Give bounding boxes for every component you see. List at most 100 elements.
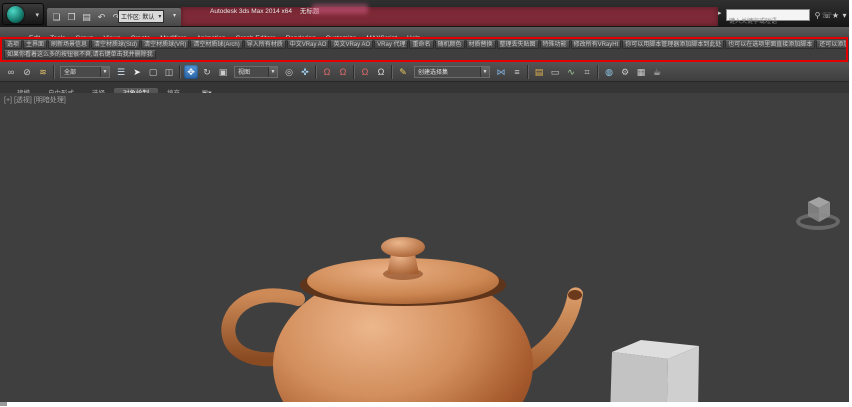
script-button[interactable]: 材质替换 [466, 40, 496, 49]
toolbar-separator [315, 65, 317, 79]
toolbar-separator [597, 65, 599, 79]
script-note-button[interactable]: 如果你看着这么多的按钮很不爽,请右键单击我并删除我 [4, 50, 156, 59]
coord-system-value: 视图 [238, 67, 265, 76]
script-button[interactable]: 随机颜色 [435, 40, 465, 49]
script-button[interactable]: 中文VRay AO [287, 40, 330, 49]
chevron-down-icon: ▼ [268, 67, 277, 77]
script-button[interactable]: 主界面 [23, 40, 47, 49]
toolbar-separator [391, 65, 393, 79]
chevron-down-icon: ▾ [158, 13, 161, 20]
communication-center-icon[interactable]: ☏ [822, 11, 831, 20]
viewport-label-segment[interactable]: [明暗处理] [34, 97, 66, 104]
script-button[interactable]: 修改所有VRayHt [571, 40, 622, 49]
title-bar: ▾ ❏❒▤↶↷▦ 工作区: 默认 ▾ ▾ Autodesk 3ds Max 20… [0, 0, 849, 27]
selection-filter-value: 全部 [64, 67, 97, 76]
named-selection-sets-dropdown[interactable]: 创建选择集 ▼ [414, 66, 490, 78]
application-menu-button[interactable]: ▾ [2, 3, 44, 25]
script-button[interactable]: 刷新场景信息 [48, 40, 90, 49]
box-front-face [608, 352, 668, 402]
toolbar-separator [527, 65, 529, 79]
script-button[interactable]: 整理丢失贴图 [497, 40, 539, 49]
script-toolbar-row2: 如果你看着这么多的按钮很不爽,请右键单击我并删除我 [4, 50, 157, 60]
layer-manager-icon[interactable]: ▤ [532, 65, 546, 79]
percent-snap-icon[interactable]: Ω [358, 65, 372, 79]
use-center-icon[interactable]: ◎ [282, 65, 296, 79]
align-icon[interactable]: ≡ [510, 65, 524, 79]
script-button[interactable]: 选项 [4, 40, 22, 49]
infocenter-menu-arrow-icon[interactable]: ▾ [840, 11, 849, 20]
rectangular-selection-region-icon[interactable]: ▢ [146, 65, 160, 79]
toolbar-separator [53, 65, 55, 79]
open-file-icon[interactable]: ❒ [65, 11, 78, 24]
script-button[interactable]: 重命名 [409, 40, 433, 49]
script-button[interactable]: VRay 代理 [374, 40, 408, 49]
blurred-region [312, 4, 368, 14]
chevron-down-icon: ▾ [35, 11, 39, 19]
selection-filter-dropdown[interactable]: 全部 ▼ [60, 66, 110, 78]
infocenter-expand-arrow[interactable]: ▸ [718, 9, 722, 17]
script-toolbar-row1: 选项主界面刷新场景信息清空材质球(Std)清空材质球(VR)清空材质球(Arch… [4, 40, 846, 50]
teapot-spout-tip [568, 290, 582, 300]
select-object-icon[interactable]: ➤ [130, 65, 144, 79]
script-button[interactable]: 清空材质球(Arch) [190, 40, 242, 49]
infocenter-search-icon[interactable]: ⚲ [813, 11, 822, 20]
select-and-rotate-icon[interactable]: ↻ [200, 65, 214, 79]
material-editor-icon[interactable]: ◍ [602, 65, 616, 79]
script-button[interactable]: 你可以用脚本管理器添加脚本到此处 [622, 40, 724, 49]
infocenter-search-box [726, 9, 810, 21]
select-by-name-icon[interactable]: ☰ [114, 65, 128, 79]
select-and-scale-icon[interactable]: ▣ [216, 65, 230, 79]
infocenter-icons: ⚲☏★▾ [813, 8, 849, 22]
reference-coordinate-system-dropdown[interactable]: 视图 ▼ [234, 66, 278, 78]
undo-icon[interactable]: ↶ [95, 11, 108, 24]
render-setup-icon[interactable]: ⚙ [618, 65, 632, 79]
chevron-down-icon: ▼ [480, 67, 489, 77]
ribbon-tab-bar: 建模自由形式选择对象绘制填充 ▣▾ [0, 81, 849, 93]
select-and-link-icon[interactable]: ∞ [4, 65, 18, 79]
curve-editor-icon[interactable]: ∿ [564, 65, 578, 79]
mirror-icon[interactable]: ⋈ [494, 65, 508, 79]
angle-snap-icon[interactable]: Ω [336, 65, 350, 79]
search-input[interactable] [727, 17, 809, 27]
script-button[interactable]: 还可以添加mse文件啦 [816, 40, 846, 49]
script-button[interactable]: 清空材质球(Std) [91, 40, 140, 49]
perspective-viewport[interactable]: [+][透视][明暗处理] [0, 93, 849, 402]
save-file-icon[interactable]: ▤ [80, 11, 93, 24]
graphite-ribbon-toggle-icon[interactable]: ▭ [548, 65, 562, 79]
script-button[interactable]: 也可以在选项里面直接添加脚本 [725, 40, 815, 49]
script-button[interactable]: 导入所有材质 [244, 40, 286, 49]
script-toolbar-highlight: 选项主界面刷新场景信息清空材质球(Std)清空材质球(VR)清空材质球(Arch… [0, 37, 848, 62]
toolbar-separator [353, 65, 355, 79]
favorites-icon[interactable]: ★ [831, 11, 840, 20]
viewport-label-segment[interactable]: [+] [4, 97, 12, 104]
viewport-label-segment[interactable]: [透视] [14, 97, 32, 104]
render-production-icon[interactable]: ☕ [650, 65, 664, 79]
script-button[interactable]: 英文VRay AO [330, 40, 373, 49]
max-window: ▾ ❏❒▤↶↷▦ 工作区: 默认 ▾ ▾ Autodesk 3ds Max 20… [0, 0, 849, 402]
bind-to-space-warp-icon[interactable]: ≋ [36, 65, 50, 79]
teapot-knob [381, 237, 425, 257]
window-crossing-icon[interactable]: ◫ [162, 65, 176, 79]
schematic-view-icon[interactable]: ⌗ [580, 65, 594, 79]
qat-customize-arrow[interactable]: ▾ [170, 12, 179, 19]
viewcube-ring[interactable] [796, 213, 840, 230]
screenshot-page: ▾ ❏❒▤↶↷▦ 工作区: 默认 ▾ ▾ Autodesk 3ds Max 20… [0, 0, 852, 407]
script-button[interactable]: 清空材质球(VR) [141, 40, 189, 49]
workspace-label: 工作区: 默认 [121, 12, 154, 21]
toolbar-separator [179, 65, 181, 79]
rendered-frame-window-icon[interactable]: ▦ [634, 65, 648, 79]
workspace-selector[interactable]: 工作区: 默认 ▾ [118, 10, 164, 23]
viewcube[interactable] [792, 191, 846, 241]
script-button[interactable]: 特殊功能 [540, 40, 570, 49]
box-object[interactable] [600, 333, 705, 402]
teapot-object[interactable] [218, 235, 598, 402]
spinner-snap-icon[interactable]: Ω [374, 65, 388, 79]
new-scene-icon[interactable]: ❏ [50, 11, 63, 24]
edit-named-selection-sets-icon[interactable]: ✎ [396, 65, 410, 79]
unlink-selection-icon[interactable]: ⊘ [20, 65, 34, 79]
menu-bar: EditToolsGroupViewsCreateModifiersAnimat… [0, 27, 849, 37]
snap-toggle-3d-icon[interactable]: Ω [320, 65, 334, 79]
3dsmax-logo-icon [7, 6, 24, 23]
select-and-move-icon[interactable]: ✥ [184, 65, 198, 79]
select-and-manipulate-icon[interactable]: ✜ [298, 65, 312, 79]
